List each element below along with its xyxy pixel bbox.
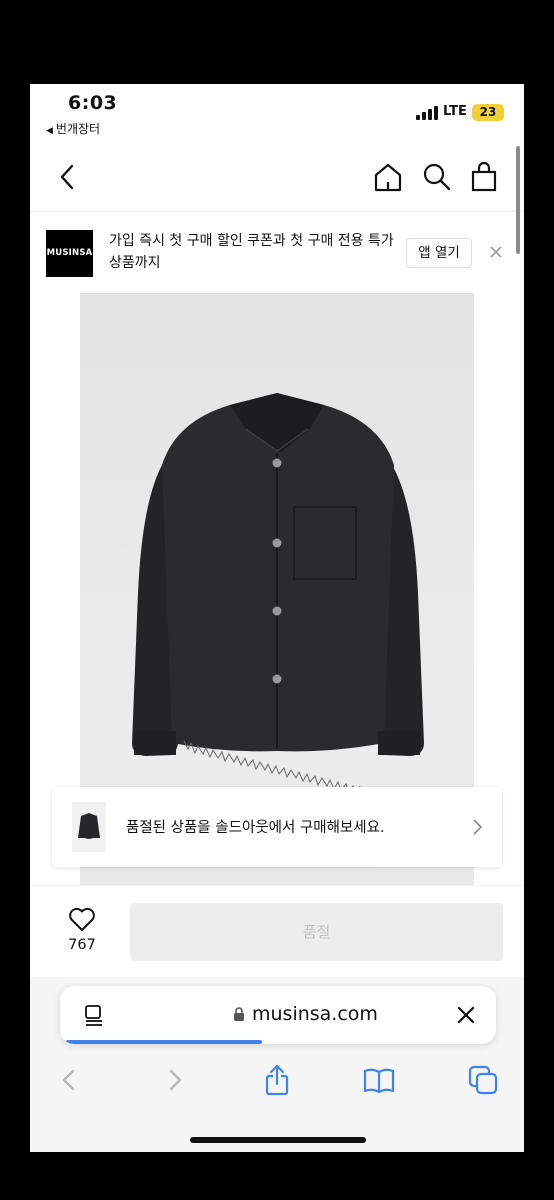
back-triangle-icon: ◀ (46, 126, 53, 136)
battery-icon: 23 (472, 104, 504, 121)
phone-screen: 6:03 ◀ 번개장터 LTE 23 MUSINSA 가입 즉시 첫 구매 할인 … (30, 84, 524, 1152)
back-app-label: 번개장터 (55, 122, 101, 136)
chevron-right-icon (473, 819, 483, 835)
like-count: 767 (68, 937, 96, 953)
close-icon[interactable] (486, 242, 506, 262)
banner-text: 가입 즉시 첫 구매 할인 쿠폰과 첫 구매 전용 특가 상품까지 (109, 233, 394, 271)
home-icon[interactable] (372, 160, 404, 194)
home-indicator[interactable] (190, 1137, 366, 1143)
scrollbar[interactable] (516, 146, 520, 254)
open-app-button[interactable]: 앱 열기 (406, 238, 472, 268)
page-menu-icon[interactable] (82, 1003, 106, 1027)
tabs-icon[interactable] (466, 1063, 500, 1097)
search-icon[interactable] (420, 160, 452, 194)
page-load-progress (66, 1040, 263, 1044)
heart-icon[interactable] (68, 906, 96, 932)
stop-loading-icon[interactable] (456, 1005, 476, 1025)
network-label: LTE (443, 104, 467, 119)
lock-icon (234, 1007, 244, 1021)
bookmarks-icon[interactable] (362, 1063, 396, 1097)
top-nav (30, 152, 524, 204)
browser-back-icon[interactable] (52, 1063, 86, 1097)
musinsa-logo: MUSINSA (46, 230, 93, 277)
back-to-app-link[interactable]: ◀ 번개장터 (46, 120, 100, 137)
chevron-left-icon[interactable] (56, 162, 78, 192)
product-thumbnail (72, 802, 106, 852)
status-time: 6:03 (68, 92, 118, 114)
soldout-suggestion-card[interactable]: 품절된 상품을 솔드아웃에서 구매해보세요. (52, 787, 502, 867)
app-promo-banner[interactable]: MUSINSA 가입 즉시 첫 구매 할인 쿠폰과 첫 구매 전용 특가 상품까… (30, 214, 524, 292)
status-bar: 6:03 ◀ 번개장터 LTE 23 (30, 84, 524, 144)
soldout-suggestion-text: 품절된 상품을 솔드아웃에서 구매해보세요. (126, 820, 385, 836)
nav-divider (30, 211, 524, 212)
soldout-button[interactable]: 품절 (130, 903, 503, 961)
purchase-action-bar: 767 품절 (30, 885, 524, 977)
signal-icon (416, 106, 438, 120)
url-text: musinsa.com (252, 1003, 378, 1025)
bag-icon[interactable] (468, 160, 500, 194)
browser-forward-icon[interactable] (158, 1063, 192, 1097)
browser-toolbar: musinsa.com (30, 977, 524, 1152)
battery-level: 23 (479, 105, 497, 119)
address-bar[interactable]: musinsa.com (60, 986, 496, 1044)
share-icon[interactable] (260, 1063, 294, 1097)
